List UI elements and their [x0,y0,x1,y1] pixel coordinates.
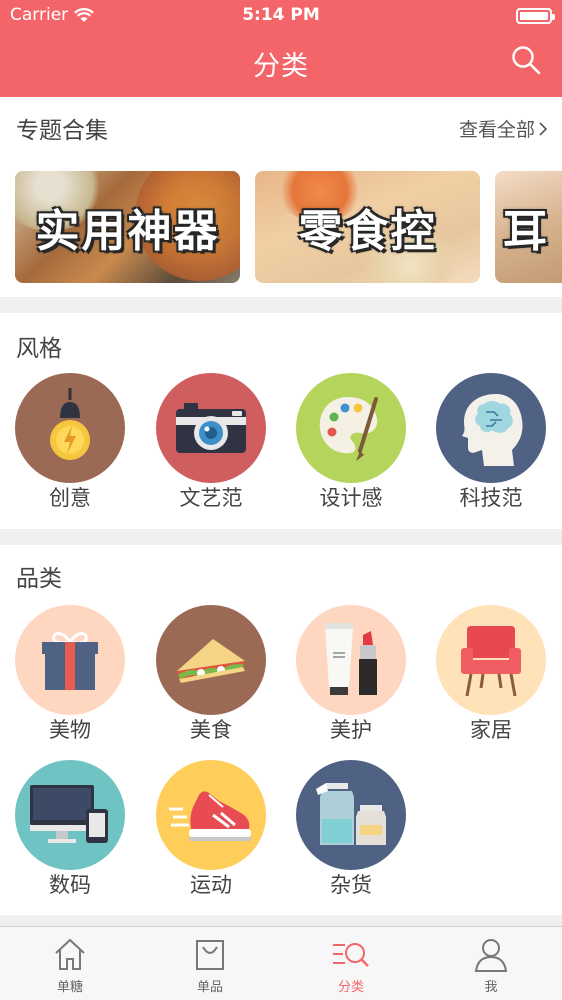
style-item-label: 设计感 [319,486,383,510]
category-item-label: 家居 [470,718,512,742]
category-item-label: 运动 [190,873,232,897]
category-item-goods[interactable]: 美物 [14,605,126,744]
style-item-artsy[interactable]: 文艺范 [155,373,267,512]
category-item-label: 美食 [190,718,232,742]
person-icon [474,939,508,972]
page-title: 分类 [253,51,309,82]
navigation-header: Carrier 5:14 PM 分类 [0,0,562,97]
category-section: 品类 美物 美食 美护 家居 数码 运动 杂货 [0,545,562,915]
topics-section: 专题合集 查看全部 实用神器 零食控 耳 [0,97,562,297]
cosmetics-icon [325,623,377,695]
category-item-digital[interactable]: 数码 [14,760,126,899]
view-all-link[interactable]: 查看全部 [459,115,548,142]
style-item-creative[interactable]: 创意 [14,373,126,512]
category-item-circle [296,605,406,715]
tab-profile[interactable]: 我 [421,927,561,1000]
style-item-label: 创意 [49,486,91,510]
chevron-right-icon [539,121,548,136]
computer-tablet-icon [30,785,108,843]
camera-icon [176,403,246,453]
style-section: 风格 创意 文艺范 设计感 科技范 [0,313,562,529]
sandwich-icon [177,639,245,683]
tab-label: 我 [484,980,498,995]
style-title: 风格 [16,336,62,362]
topic-banner-practical-tools[interactable]: 实用神器 [15,171,240,283]
style-item-circle [156,373,266,483]
brain-head-icon [462,394,523,466]
category-item-sports[interactable]: 运动 [155,760,267,899]
tab-label: 单糖 [56,980,83,995]
jars-icon [316,783,386,845]
category-item-circle [296,760,406,870]
category-item-circle [15,760,125,870]
armchair-icon [461,626,521,697]
gift-box-icon [42,632,98,690]
category-item-food[interactable]: 美食 [155,605,267,744]
tab-category[interactable]: 分类 [281,927,421,1000]
category-item-label: 杂货 [330,873,372,897]
style-item-label: 科技范 [459,486,523,510]
topic-banner-partial[interactable]: 耳 [495,171,562,283]
status-bar: Carrier 5:14 PM [0,0,562,32]
category-item-circle [156,605,266,715]
style-item-tech[interactable]: 科技范 [435,373,547,512]
banner-title: 耳 [503,206,549,257]
house-icon [55,938,85,970]
tab-products[interactable]: 单品 [140,927,280,1000]
topics-title: 专题合集 [16,118,108,144]
battery-icon [516,8,555,24]
tab-home[interactable]: 单糖 [0,927,140,1000]
category-title: 品类 [16,566,62,592]
banner-title: 零食控 [298,206,437,257]
style-item-circle [296,373,406,483]
clock: 5:14 PM [242,5,320,25]
category-item-circle [156,760,266,870]
style-item-label: 文艺范 [179,486,243,510]
style-item-design[interactable]: 设计感 [295,373,407,512]
category-search-icon [333,943,369,967]
category-item-label: 美物 [49,718,91,742]
category-item-beauty[interactable]: 美护 [295,605,407,744]
shopping-bag-icon [196,940,224,970]
search-icon[interactable] [510,44,542,76]
category-item-groceries[interactable]: 杂货 [295,760,407,899]
tab-label: 分类 [337,980,364,995]
style-item-circle [436,373,546,483]
category-item-label: 数码 [49,873,91,897]
tab-label: 单品 [196,980,223,995]
palette-icon [319,397,378,461]
category-item-circle [15,605,125,715]
category-item-label: 美护 [330,718,372,742]
tab-bar: 单糖 单品 分类 我 [0,926,562,1000]
lightbulb-icon [50,388,90,460]
category-item-home[interactable]: 家居 [435,605,547,744]
sneaker-icon [169,791,251,841]
category-item-circle [436,605,546,715]
style-item-circle [15,373,125,483]
topic-banner-snacks[interactable]: 零食控 [255,171,480,283]
view-all-label: 查看全部 [458,119,535,141]
banner-title: 实用神器 [35,206,220,257]
